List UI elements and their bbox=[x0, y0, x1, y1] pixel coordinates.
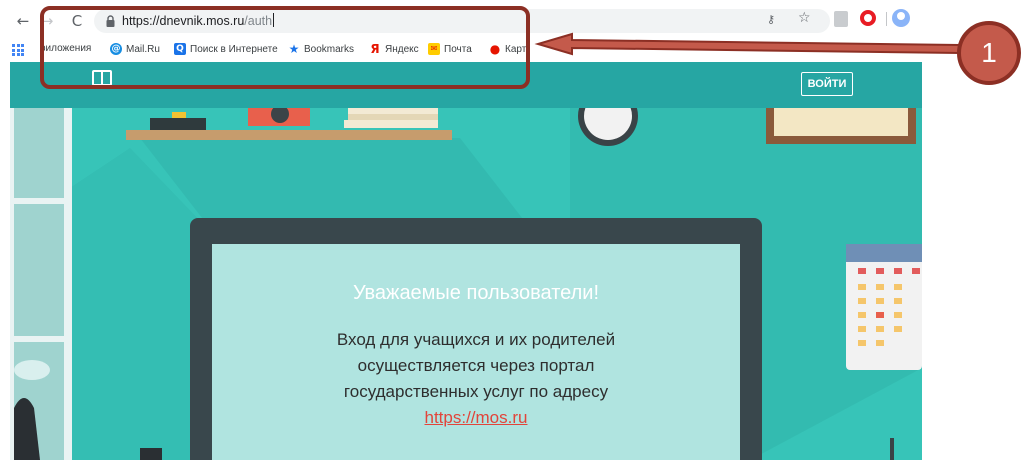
opera-extension-icon[interactable] bbox=[860, 10, 876, 26]
callout-number-badge: 1 bbox=[957, 21, 1021, 85]
notice-text-line: Вход для учащихся и их родителей bbox=[336, 330, 616, 349]
screenshot: ← → C https://dnevnik.mos.ru/auth ⚷ ☆ ри… bbox=[0, 0, 1032, 460]
key-icon[interactable]: ⚷ bbox=[767, 13, 775, 26]
notice-text-line: осуществляется через портал bbox=[357, 356, 595, 375]
notice-card: Уважаемые пользователи! Вход для учащихс… bbox=[212, 244, 740, 460]
toolbar-divider bbox=[886, 12, 887, 26]
login-button[interactable]: ВОЙТИ bbox=[801, 72, 853, 96]
bookmark-star-icon[interactable]: ☆ bbox=[798, 10, 811, 26]
mos-ru-link[interactable]: https://mos.ru bbox=[425, 408, 528, 427]
callout-highlight-box bbox=[40, 6, 530, 89]
notice-link-row: https://mos.ru bbox=[212, 408, 740, 428]
extension-icon[interactable] bbox=[834, 11, 848, 27]
profile-avatar-icon[interactable] bbox=[892, 9, 910, 27]
notice-text-line: государственных услуг по адресу bbox=[343, 382, 609, 401]
apps-grid-icon[interactable] bbox=[12, 44, 24, 56]
back-arrow-icon[interactable]: ← bbox=[12, 10, 34, 32]
hero-illustration: Уважаемые пользователи! Вход для учащихс… bbox=[10, 108, 922, 460]
notice-title: Уважаемые пользователи! bbox=[352, 282, 600, 304]
